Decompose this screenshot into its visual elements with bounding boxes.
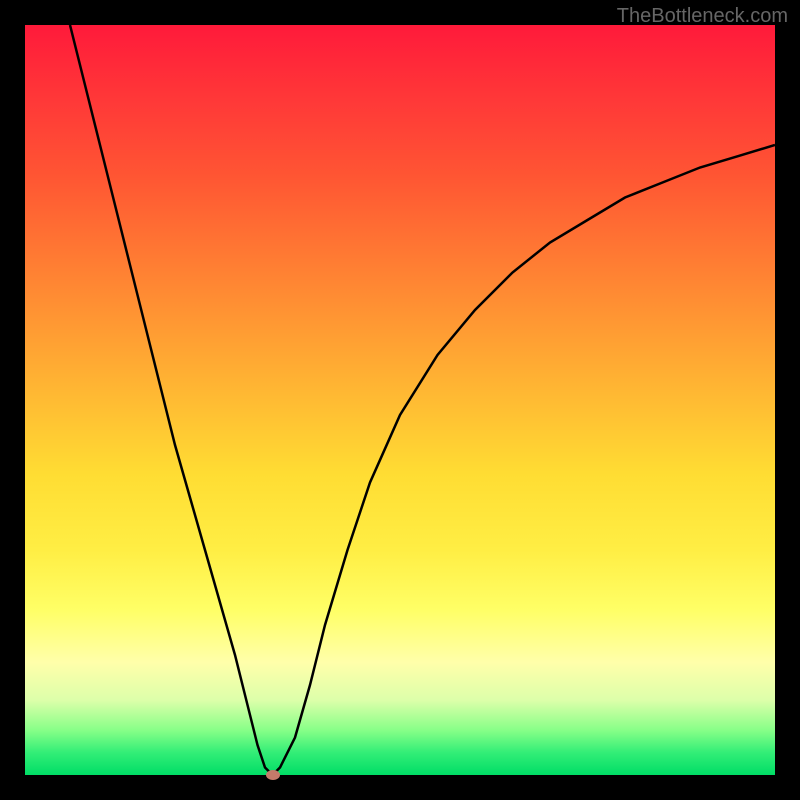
optimal-point-marker xyxy=(266,770,280,780)
watermark-text: TheBottleneck.com xyxy=(617,5,788,28)
bottleneck-curve-svg xyxy=(25,25,775,775)
chart-plot-area xyxy=(25,25,775,775)
bottleneck-curve-path xyxy=(70,25,775,775)
